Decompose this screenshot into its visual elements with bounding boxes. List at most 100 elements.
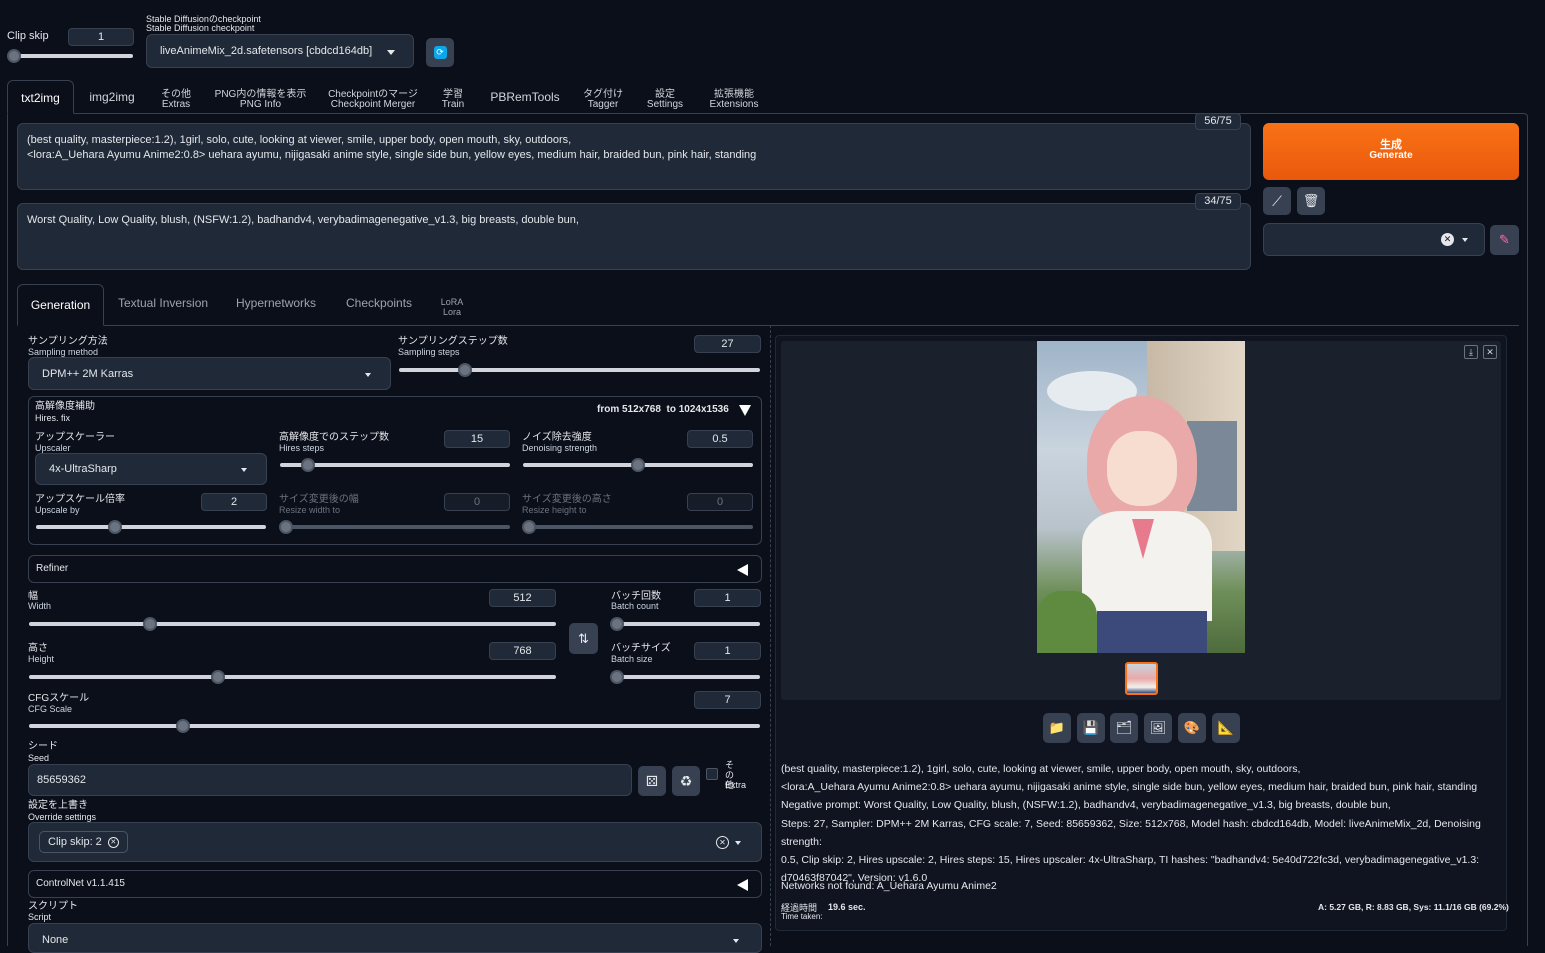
clear-icon[interactable]: ✕: [1441, 233, 1454, 246]
cfg-scale-slider[interactable]: [29, 719, 760, 733]
clip-skip-slider[interactable]: [7, 49, 133, 63]
slider-thumb[interactable]: [176, 719, 190, 733]
upscaler-value: 4x-UltraSharp: [49, 463, 117, 475]
send-to-extras-button[interactable]: 📐: [1212, 713, 1240, 743]
slider-thumb[interactable]: [458, 363, 472, 377]
sampling-method-select[interactable]: DPM++ 2M Karras: [28, 357, 391, 390]
download-icon[interactable]: ⤓: [1464, 345, 1478, 359]
denoising-strength-input[interactable]: 0.5: [687, 430, 753, 448]
extra-checkbox[interactable]: [706, 768, 718, 780]
info-line: (best quality, masterpiece:1.2), 1girl, …: [781, 763, 1301, 775]
brush-icon: ✎: [1499, 232, 1510, 247]
info-line: Steps: 27, Sampler: DPM++ 2M Karras, CFG…: [781, 817, 1481, 848]
tab-pbremtools[interactable]: PBRemTools: [486, 80, 564, 114]
tab-png-info[interactable]: PNG内の情報を表示 PNG Info: [212, 80, 309, 114]
refiner-panel[interactable]: Refiner: [28, 555, 762, 583]
edit-styles-button[interactable]: ✎: [1490, 225, 1519, 255]
tab-settings[interactable]: 設定 Settings: [642, 80, 688, 114]
width-slider[interactable]: [29, 617, 556, 631]
slider-thumb[interactable]: [522, 520, 536, 534]
slider-thumb[interactable]: [631, 458, 645, 472]
remove-chip-icon[interactable]: ✕: [107, 836, 119, 848]
checkpoint-select[interactable]: liveAnimeMix_2d.safetensors [cbdcd164db]: [146, 34, 414, 68]
collapse-icon[interactable]: [739, 405, 751, 416]
upscaler-select[interactable]: 4x-UltraSharp: [35, 453, 267, 485]
save-button[interactable]: 💾: [1077, 713, 1105, 743]
info-line: 0.5, Clip skip: 2, Hires upscale: 2, Hir…: [781, 854, 1480, 867]
sampling-steps-slider[interactable]: [399, 363, 760, 377]
expand-icon[interactable]: [737, 879, 748, 891]
slider-thumb[interactable]: [301, 458, 315, 472]
slider-thumb[interactable]: [108, 520, 122, 534]
chevron-down-icon: [387, 50, 395, 55]
batch-size-slider[interactable]: [610, 670, 760, 684]
batch-count-input[interactable]: 1: [694, 589, 761, 607]
resize-height-slider[interactable]: [522, 520, 753, 534]
tab-tagger[interactable]: タグ付け Tagger: [580, 80, 626, 114]
controlnet-panel[interactable]: ControlNet v1.1.415: [28, 870, 762, 898]
denoising-strength-slider[interactable]: [523, 458, 753, 472]
hires-steps-input[interactable]: 15: [444, 430, 510, 448]
clip-skip-label: Clip skip: [7, 30, 49, 42]
tab-lora[interactable]: LoRA Lora: [440, 297, 464, 317]
resize-width-slider[interactable]: [279, 520, 510, 534]
batch-size-label-jp: バッチサイズ: [611, 643, 671, 654]
cfg-scale-input[interactable]: 7: [694, 691, 761, 709]
tab-extensions[interactable]: 拡張機能 Extensions: [704, 80, 764, 114]
slider-thumb[interactable]: [610, 670, 624, 684]
slider-thumb[interactable]: [143, 617, 157, 631]
generated-image[interactable]: [1037, 341, 1245, 653]
override-chip[interactable]: Clip skip: 2 ✕: [39, 831, 128, 853]
negative-token-counter: 34/75: [1195, 193, 1241, 210]
slider-thumb[interactable]: [7, 49, 21, 63]
seed-input[interactable]: 85659362: [28, 764, 632, 796]
send-to-inpaint-button[interactable]: 🎨: [1178, 713, 1206, 743]
generate-button[interactable]: 生成 Generate: [1263, 123, 1519, 180]
open-folder-button[interactable]: 📁: [1043, 713, 1071, 743]
script-select[interactable]: None: [28, 923, 762, 953]
resize-height-input[interactable]: 0: [687, 493, 753, 511]
override-settings-select[interactable]: Clip skip: 2 ✕ ✕: [28, 822, 762, 862]
batch-size-input[interactable]: 1: [694, 642, 761, 660]
close-icon[interactable]: ✕: [1483, 345, 1497, 359]
seed-label-jp: シード: [28, 741, 58, 752]
tab-checkpoint-merger[interactable]: Checkpointのマージ Checkpoint Merger: [326, 80, 420, 114]
expand-icon[interactable]: [737, 564, 748, 576]
send-to-img2img-button[interactable]: 🖼: [1144, 713, 1172, 743]
floppy-icon: 💾: [1082, 720, 1100, 735]
slider-thumb[interactable]: [279, 520, 293, 534]
sampling-steps-input[interactable]: 27: [694, 335, 761, 353]
read-params-button[interactable]: ⟋: [1263, 187, 1291, 215]
tab-hypernetworks[interactable]: Hypernetworks: [236, 296, 316, 310]
zip-button[interactable]: 🗂: [1110, 713, 1138, 743]
clear-icon[interactable]: ✕: [716, 836, 729, 849]
palette-icon: 🎨: [1183, 720, 1201, 735]
tab-extras[interactable]: その他 Extras: [155, 80, 197, 114]
tab-img2img[interactable]: img2img: [82, 80, 142, 114]
tab-train[interactable]: 学習 Train: [436, 80, 470, 114]
refresh-checkpoint-button[interactable]: ⟳: [426, 38, 454, 67]
height-input[interactable]: 768: [489, 642, 556, 660]
tab-checkpoints[interactable]: Checkpoints: [346, 296, 412, 310]
slider-thumb[interactable]: [211, 670, 225, 684]
batch-count-slider[interactable]: [610, 617, 760, 631]
clip-skip-input[interactable]: 1: [68, 28, 134, 46]
hires-steps-slider[interactable]: [280, 458, 510, 472]
upscale-by-slider[interactable]: [36, 520, 266, 534]
gallery-thumbnail[interactable]: [1125, 662, 1158, 695]
slider-thumb[interactable]: [610, 617, 624, 631]
random-seed-button[interactable]: ⚄: [638, 766, 666, 796]
reuse-seed-button[interactable]: ♻: [672, 766, 700, 796]
negative-prompt-textarea[interactable]: Worst Quality, Low Quality, blush, (NSFW…: [17, 203, 1251, 270]
width-input[interactable]: 512: [489, 589, 556, 607]
tab-textual-inversion[interactable]: Textual Inversion: [118, 296, 208, 310]
clear-prompt-button[interactable]: 🗑: [1297, 187, 1325, 215]
swap-dimensions-button[interactable]: ⇅: [569, 623, 598, 654]
tab-txt2img[interactable]: txt2img: [7, 80, 74, 114]
tab-generation[interactable]: Generation: [17, 284, 104, 326]
styles-dropdown[interactable]: ✕: [1263, 223, 1485, 256]
resize-width-input[interactable]: 0: [444, 493, 510, 511]
height-slider[interactable]: [29, 670, 556, 684]
prompt-textarea[interactable]: (best quality, masterpiece:1.2), 1girl, …: [17, 123, 1251, 190]
upscale-by-input[interactable]: 2: [201, 493, 267, 511]
